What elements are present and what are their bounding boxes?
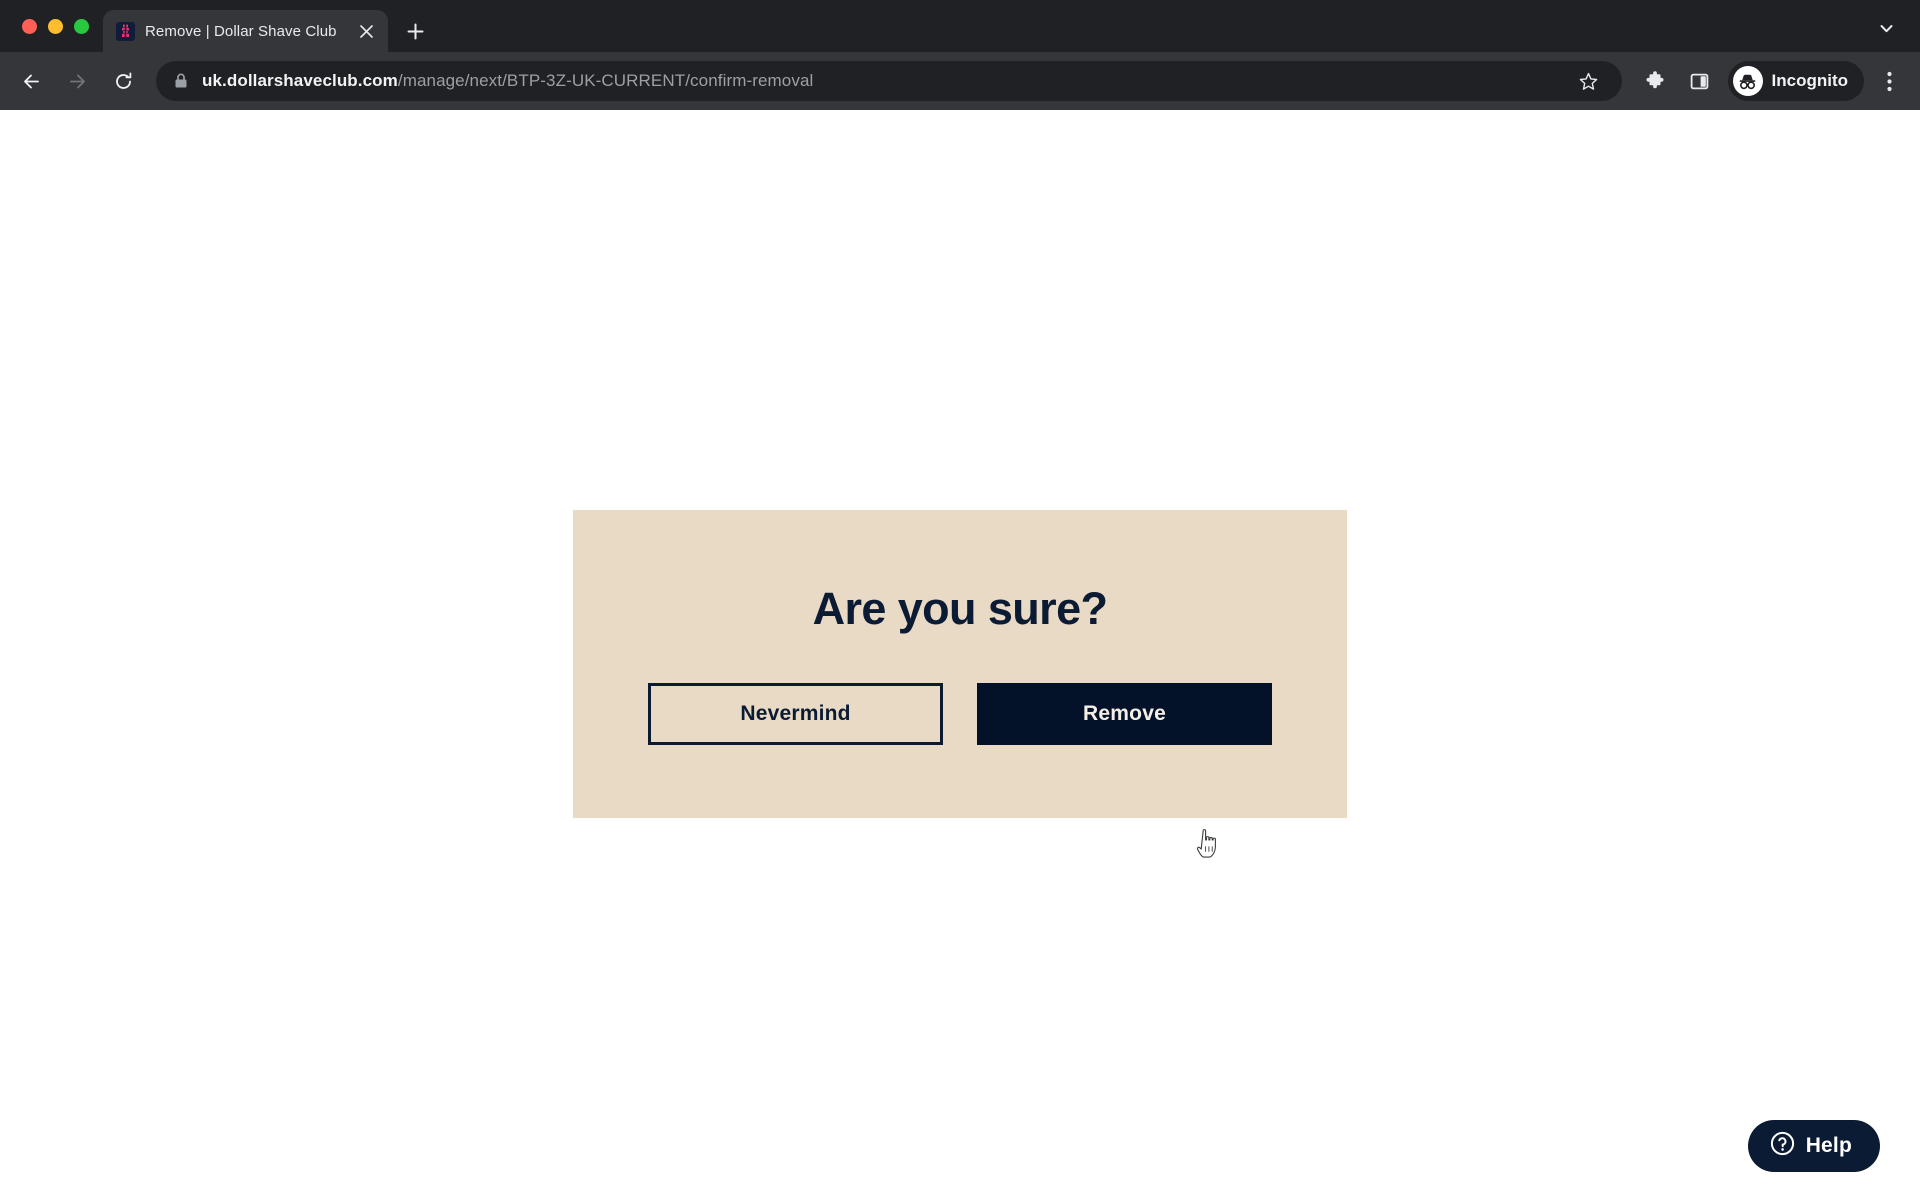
mouse-cursor [1196, 828, 1222, 860]
help-widget-button[interactable]: Help [1747, 1120, 1880, 1172]
close-tab-button[interactable] [355, 20, 378, 43]
lock-icon [174, 73, 190, 89]
page-viewport: Are you sure? Nevermind Remove Help [0, 110, 1920, 1200]
minimize-window-button[interactable] [48, 18, 63, 34]
incognito-label: Incognito [1771, 71, 1848, 90]
close-window-button[interactable] [22, 18, 37, 34]
url-text: uk.dollarshaveclub.com/manage/next/BTP-3… [202, 71, 1558, 91]
remove-button[interactable]: Remove [977, 683, 1272, 745]
kebab-menu-icon[interactable] [1872, 60, 1906, 102]
side-panel-icon[interactable] [1680, 61, 1720, 101]
puzzle-piece-icon[interactable] [1636, 61, 1676, 101]
forward-button[interactable] [56, 60, 98, 102]
dialog-title: Are you sure? [812, 583, 1108, 634]
nevermind-button[interactable]: Nevermind [648, 683, 943, 745]
new-tab-button[interactable] [398, 14, 432, 48]
dialog-actions: Nevermind Remove [648, 683, 1272, 745]
question-circle-icon [1770, 1131, 1795, 1161]
browser-toolbar: uk.dollarshaveclub.com/manage/next/BTP-3… [0, 52, 1920, 110]
back-button[interactable] [10, 60, 52, 102]
help-widget-label: Help [1805, 1134, 1852, 1157]
star-icon[interactable] [1570, 62, 1608, 100]
url-path: /manage/next/BTP-3Z-UK-CURRENT/confirm-r… [397, 71, 814, 90]
window-controls [14, 0, 103, 52]
tab-title: Remove | Dollar Shave Club [145, 22, 337, 40]
incognito-avatar-icon [1732, 66, 1763, 96]
address-bar[interactable]: uk.dollarshaveclub.com/manage/next/BTP-3… [156, 61, 1622, 101]
confirmation-dialog: Are you sure? Nevermind Remove [573, 510, 1347, 818]
reload-button[interactable] [102, 60, 144, 102]
url-host: uk.dollarshaveclub.com [202, 71, 398, 90]
tab-strip: Remove | Dollar Shave Club [0, 0, 1920, 52]
incognito-profile-button[interactable]: Incognito [1727, 61, 1864, 101]
browser-window: Remove | Dollar Shave Club uk.dollarshav… [0, 0, 1920, 1200]
browser-tab[interactable]: Remove | Dollar Shave Club [103, 10, 388, 52]
maximize-window-button[interactable] [74, 18, 89, 34]
tab-search-button[interactable] [1870, 12, 1902, 44]
dollar-shave-club-favicon [116, 21, 135, 41]
